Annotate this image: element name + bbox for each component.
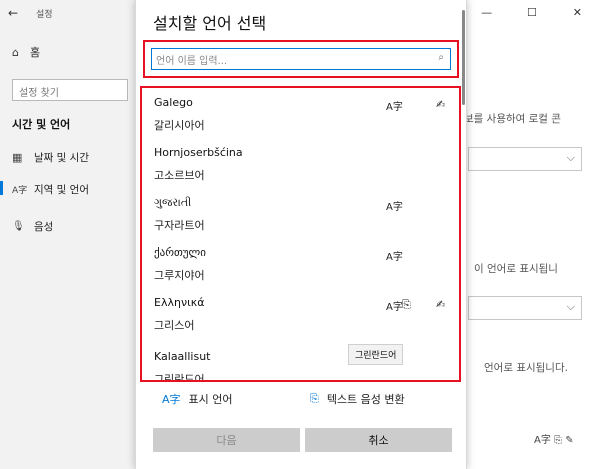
language-list: Galego 갈리시아어 A字 ✍ Hornjoserbšćina 고소르브어 …: [140, 86, 461, 382]
scrollbar[interactable]: [462, 10, 465, 105]
chevron-down-icon: ⌵: [566, 300, 575, 313]
install-language-dialog: 설치할 언어 선택 ⌕ Galego 갈리시아어 A字 ✍ Hornjoserb…: [135, 0, 467, 469]
language-localized-name: 그리스어: [154, 319, 195, 332]
language-localized-name: 고소르브어: [154, 169, 205, 182]
settings-search-input[interactable]: 설정 찾기: [12, 79, 128, 101]
language-name: ગુજરાતી: [154, 196, 192, 209]
language-localized-name: 그린란드어: [154, 373, 205, 382]
title-bar: ← 설정: [0, 0, 135, 26]
text-to-speech-icon: ⎘: [402, 298, 411, 311]
close-icon[interactable]: ✕: [555, 0, 600, 26]
legend-label: 텍스트 음성 변환: [326, 393, 405, 406]
window-title: 설정: [36, 9, 53, 20]
language-name: Kalaallisut: [154, 350, 211, 363]
text-to-speech-icon: ⎘: [310, 392, 319, 405]
language-name: Ελληνικά: [154, 296, 205, 309]
feature-legend: A字 표시 언어 ⎘ 텍스트 음성 변환: [162, 391, 462, 411]
nav-selected-indicator: [0, 181, 3, 195]
nav-item-label: 지역 및 언어: [34, 184, 89, 196]
language-localized-name: 구자라트어: [154, 219, 205, 232]
nav-item-label: 음성: [34, 221, 54, 233]
language-localized-name: 갈리시아어: [154, 119, 205, 132]
list-item[interactable]: ગુજરાતી 구자라트어 A字: [154, 190, 454, 240]
nav-home[interactable]: ⌂ 홈: [12, 44, 40, 60]
display-language-icon: A字: [386, 302, 403, 313]
list-item[interactable]: Galego 갈리시아어 A字 ✍: [154, 90, 454, 140]
display-language-icon: A字: [162, 393, 181, 406]
display-language-icon: A字: [386, 102, 403, 113]
dialog-title: 설치할 언어 선택: [153, 14, 267, 33]
nav-item-label: 날짜 및 시간: [34, 152, 89, 164]
bg-text-line: 보를 사용하여 로컬 콘: [464, 113, 561, 125]
list-item[interactable]: Kalaallisut 그린란드어 그린란드어: [154, 344, 454, 382]
nav-item-date-time[interactable]: ▦ 날짜 및 시간: [12, 150, 89, 165]
maximize-icon[interactable]: ☐: [509, 0, 554, 26]
cancel-button[interactable]: 취소: [305, 428, 452, 452]
tooltip: 그린란드어: [348, 344, 404, 365]
nav-item-speech[interactable]: 🎙 음성: [12, 219, 53, 234]
search-highlight-box: ⌕: [143, 40, 459, 78]
window-controls: — ☐ ✕: [464, 0, 600, 26]
display-language-icon: A字: [386, 202, 403, 213]
bg-dropdown[interactable]: ⌵: [468, 147, 582, 171]
display-language-icon: A字: [386, 252, 403, 263]
language-name: Hornjoserbšćina: [154, 146, 243, 159]
search-icon[interactable]: ⌕: [438, 52, 444, 63]
list-item[interactable]: ქართული 그루지야어 A字: [154, 240, 454, 290]
section-heading: 시간 및 언어: [12, 118, 71, 131]
chevron-down-icon: ⌵: [566, 151, 575, 164]
language-icon: A字: [12, 186, 28, 196]
bg-text-line: 이 언어로 표시됩니: [474, 263, 558, 275]
handwriting-icon: ✍: [436, 98, 446, 111]
home-icon: ⌂: [12, 45, 19, 59]
nav-item-region-language[interactable]: A字 지역 및 언어: [12, 182, 89, 197]
calendar-icon: ▦: [12, 151, 23, 164]
nav-home-label: 홈: [30, 46, 41, 59]
back-arrow-icon[interactable]: ←: [0, 6, 26, 20]
microphone-icon: 🎙: [12, 221, 25, 232]
settings-sidebar: [0, 0, 135, 469]
bg-feature-icons: A字 ⎘ ✎: [534, 435, 574, 446]
next-button[interactable]: 다음: [153, 428, 300, 452]
list-item[interactable]: Ελληνικά 그리스어 A字 ⎘ ✍: [154, 290, 454, 340]
language-name: ქართული: [154, 246, 206, 259]
handwriting-icon: ✍: [436, 298, 446, 311]
legend-display-language: A字 표시 언어: [162, 391, 233, 407]
list-item[interactable]: Hornjoserbšćina 고소르브어: [154, 140, 454, 190]
bg-dropdown[interactable]: ⌵: [468, 296, 582, 320]
minimize-icon[interactable]: —: [464, 0, 509, 26]
language-search-input[interactable]: [152, 51, 422, 72]
legend-label: 표시 언어: [188, 393, 233, 406]
language-search-box[interactable]: ⌕: [151, 48, 451, 72]
language-name: Galego: [154, 96, 193, 109]
bg-text-line: 언어로 표시됩니다.: [484, 362, 568, 374]
legend-text-to-speech: ⎘ 텍스트 음성 변환: [310, 391, 405, 407]
language-localized-name: 그루지야어: [154, 269, 205, 282]
